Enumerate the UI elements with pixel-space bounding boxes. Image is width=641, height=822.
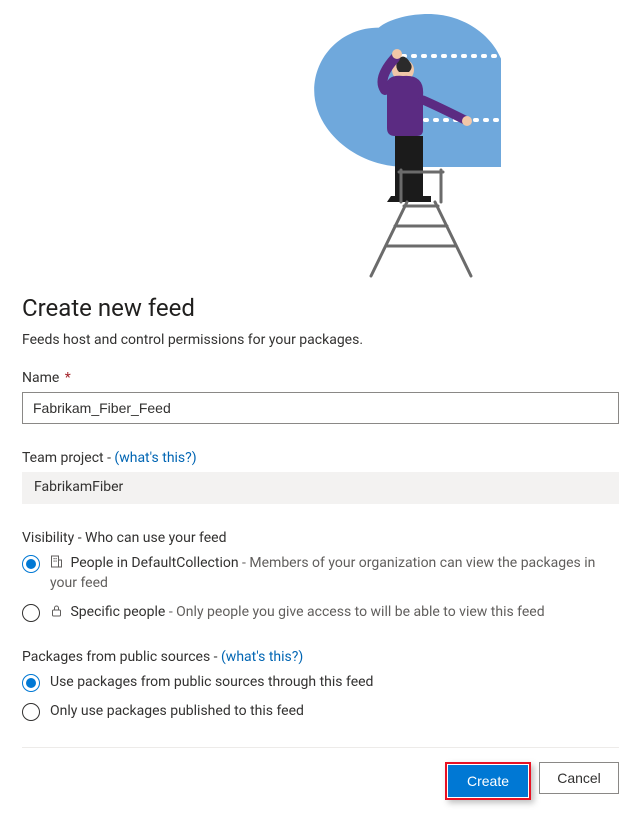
org-icon	[50, 555, 63, 574]
create-button[interactable]: Create	[448, 765, 528, 797]
page-title: Create new feed	[22, 294, 619, 322]
visibility-option-desc: Only people you give access to will be a…	[176, 604, 544, 620]
visibility-option-org[interactable]: People in DefaultCollection - Members of…	[22, 554, 619, 593]
public-sources-help-link[interactable]: (what's this?)	[221, 649, 303, 665]
public-sources-section: Packages from public sources - (what's t…	[22, 649, 619, 721]
create-button-highlight: Create	[445, 762, 531, 800]
public-sources-option-use[interactable]: Use packages from public sources through…	[22, 673, 619, 692]
page-subtitle: Feeds host and control permissions for y…	[22, 332, 619, 348]
public-sources-option-label: Only use packages published to this feed	[50, 702, 304, 721]
visibility-option-title: Specific people	[70, 604, 165, 620]
team-project-label: Team project - (what's this?)	[22, 450, 619, 466]
name-input[interactable]	[22, 392, 619, 424]
lock-icon	[50, 604, 63, 623]
visibility-option-title: People in DefaultCollection	[70, 555, 238, 571]
public-sources-option-label: Use packages from public sources through…	[50, 673, 373, 692]
visibility-section: Visibility - Who can use your feed Peopl…	[22, 530, 619, 623]
cancel-button[interactable]: Cancel	[539, 762, 619, 794]
team-project-value: FabrikamFiber	[22, 472, 619, 504]
radio-button[interactable]	[22, 604, 40, 622]
team-project-section: Team project - (what's this?) FabrikamFi…	[22, 450, 619, 504]
radio-button[interactable]	[22, 555, 40, 573]
cloud-reaching-illustration	[141, 6, 501, 278]
create-feed-panel: Create new feed Feeds host and control p…	[0, 0, 641, 822]
team-project-help-link[interactable]: (what's this?)	[114, 450, 196, 466]
radio-button[interactable]	[22, 674, 40, 692]
public-sources-label: Packages from public sources - (what's t…	[22, 649, 619, 665]
radio-button[interactable]	[22, 703, 40, 721]
visibility-label: Visibility - Who can use your feed	[22, 530, 619, 546]
public-sources-option-only[interactable]: Only use packages published to this feed	[22, 702, 619, 721]
dialog-buttons: Create Cancel	[22, 762, 619, 800]
visibility-option-specific[interactable]: Specific people - Only people you give a…	[22, 603, 619, 623]
name-label: Name *	[22, 370, 619, 386]
name-section: Name *	[22, 370, 619, 424]
divider	[22, 747, 619, 748]
required-indicator: *	[65, 370, 71, 386]
hero-illustration	[22, 0, 619, 288]
